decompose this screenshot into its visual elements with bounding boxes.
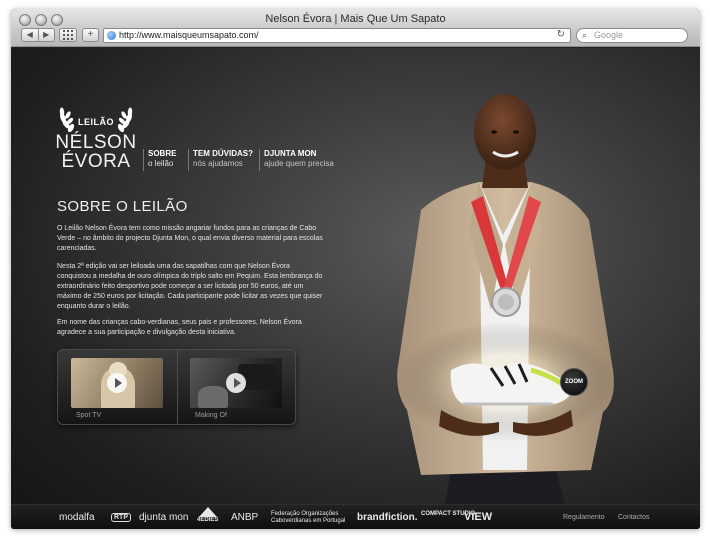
page-title: SOBRE O LEILÃO [57,198,188,215]
sponsor-brandfiction-logo[interactable]: brandfiction. [357,512,418,523]
sponsor-rtp-logo[interactable]: RTP [111,513,131,522]
intro-paragraph: O Leilão Nelson Évora tem como missão an… [57,225,323,252]
play-icon[interactable] [107,373,127,393]
video-thumbnail-spot-tv[interactable] [71,358,163,408]
logo-name-last: ÉVORA [61,151,131,172]
add-bookmark-icon[interactable]: + [82,28,99,42]
federacao-line-2: Caboverdianas em Portugal [271,518,346,524]
nav-item-djunta-mon[interactable]: DJUNTA MON ajude quem precisa [259,149,334,171]
video-thumbnail-making-of[interactable] [190,358,282,408]
nav-item-sobre[interactable]: SOBRE o leilão [143,149,176,171]
contactos-link[interactable]: Contactos [618,514,650,521]
forward-arrow-icon[interactable]: ▶ [39,29,55,41]
address-bar[interactable]: http://www.maisqueumsapato.com/ ↻ [103,28,571,43]
sponsor-view-logo[interactable]: VIEW [464,511,492,523]
back-arrow-icon[interactable]: ◀ [22,29,39,41]
reload-icon[interactable]: ↻ [557,29,565,40]
page-content: LEILÃO NÉLSON ÉVORA SOBRE o leilão TEM D… [11,48,700,529]
nav-item-subtitle: o leilão [148,159,174,168]
play-icon[interactable] [226,373,246,393]
nav-item-subtitle: nós ajudamos [193,159,243,168]
history-navigation: ◀ ▶ [21,28,55,42]
thanks-paragraph: Em nome das crianças cabo-verdianas, seu… [57,319,302,336]
video-panel: Spot TV Making Of [57,349,296,425]
search-placeholder: Google [594,30,624,40]
browser-titlebar: Nelson Évora | Mais Que Um Sapato ◀ ▶ + … [11,9,700,47]
logo-leilao: LEILÃO [78,117,114,127]
grid-icon[interactable] [59,28,77,42]
window-title: Nelson Évora | Mais Que Um Sapato [265,13,446,25]
globe-icon [107,31,116,40]
nav-item-title: SOBRE [148,149,177,158]
nav-item-title: DJUNTA MON [264,149,317,158]
regulamento-link[interactable]: Regulamento [563,514,605,521]
athlete-photo [396,94,616,529]
nav-item-title: TEM DÚVIDAS? [193,149,253,158]
video-divider [177,350,178,424]
nav-item-tem-duvidas[interactable]: TEM DÚVIDAS? nós ajudamos [188,149,253,171]
sponsor-djunta-mon-logo[interactable]: djunta mon [139,512,188,523]
video-label: Making Of [195,412,227,419]
sponsor-compact-studio-logo[interactable]: COMPACT STUDIO [421,511,475,518]
triangle-logo-icon [199,507,217,517]
video-label: Spot TV [76,412,102,419]
search-field[interactable]: ⌕ Google [576,28,688,43]
sponsor-anbp-logo[interactable]: ANBP [231,512,258,523]
sponsor-modalfa-logo[interactable]: modalfa [59,512,95,523]
auction-details-paragraph: Nesta 2ª edição vai ser leiloada uma das… [57,263,323,310]
sponsor-federacao-logo[interactable]: Federação Organizações Caboverdianas em … [271,511,345,525]
zoom-button[interactable]: ZOOM [560,368,588,396]
browser-window: Nelson Évora | Mais Que Um Sapato ◀ ▶ + … [11,9,700,529]
nav-item-subtitle: ajude quem precisa [264,159,334,168]
sponsor-footer: modalfa RTP djunta mon 4EDIES ANBP Feder… [11,504,700,529]
url-text[interactable]: http://www.maisqueumsapato.com/ [119,30,259,40]
search-icon: ⌕ [582,30,588,40]
federacao-line-1: Federação Organizações [271,511,339,517]
sponsor-4edies-logo[interactable]: 4EDIES [197,517,218,524]
